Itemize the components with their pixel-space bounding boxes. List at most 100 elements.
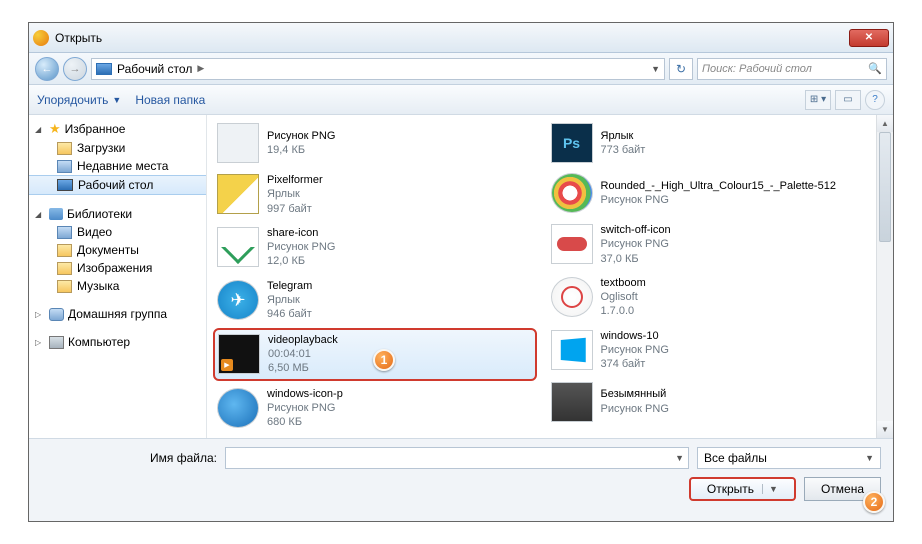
window-title: Открыть xyxy=(55,31,102,45)
folder-icon xyxy=(57,280,72,293)
breadcrumb[interactable]: Рабочий стол ▶ ▼ xyxy=(91,58,665,80)
folder-icon xyxy=(57,244,72,257)
file-name: switch-off-icon xyxy=(601,223,671,237)
sidebar-item-downloads[interactable]: Загрузки xyxy=(29,139,206,157)
file-thumbnail: ✈ xyxy=(217,280,259,320)
file-meta-line: 997 байт xyxy=(267,202,323,216)
close-button[interactable]: ✕ xyxy=(849,29,889,47)
scroll-up-button[interactable]: ▲ xyxy=(877,115,893,132)
sidebar-item-music[interactable]: Музыка xyxy=(29,277,206,295)
chevron-down-icon[interactable]: ▼ xyxy=(675,453,684,463)
file-meta-line: 19,4 КБ xyxy=(267,143,335,157)
sidebar-homegroup-header[interactable]: ▷ Домашняя группа xyxy=(29,305,206,323)
file-thumbnail xyxy=(217,174,259,214)
sidebar-item-documents[interactable]: Документы xyxy=(29,241,206,259)
new-folder-button[interactable]: Новая папка xyxy=(135,93,205,107)
file-meta-line: Рисунок PNG xyxy=(601,237,671,251)
computer-icon xyxy=(49,336,64,349)
view-options-button[interactable]: ⊞ ▾ xyxy=(805,90,831,110)
file-name: Pixelformer xyxy=(267,173,323,187)
file-thumbnail xyxy=(217,123,259,163)
file-item[interactable]: Rounded_-_High_Ultra_Colour15_-_Palette-… xyxy=(547,169,871,217)
sidebar-libraries-header[interactable]: ◢ Библиотеки xyxy=(29,205,206,223)
expand-icon: ▷ xyxy=(35,310,45,319)
file-item[interactable]: БезымянныйРисунок PNG xyxy=(547,378,871,426)
sidebar-computer-header[interactable]: ▷ Компьютер xyxy=(29,333,206,351)
open-button[interactable]: Открыть▼ xyxy=(689,477,796,501)
vertical-scrollbar[interactable]: ▲ ▼ xyxy=(876,115,893,438)
file-thumbnail xyxy=(217,388,259,428)
nav-forward-button[interactable]: → xyxy=(63,57,87,81)
file-list: Рисунок PNG19,4 КБPixelformerЯрлык997 ба… xyxy=(207,115,876,438)
file-item[interactable]: Ps Ярлык773 байт xyxy=(547,119,871,167)
file-thumbnail xyxy=(551,382,593,422)
file-meta-line: Ярлык xyxy=(267,187,323,201)
libraries-icon xyxy=(49,208,63,220)
refresh-button[interactable]: ↻ xyxy=(669,58,693,80)
filename-label: Имя файла: xyxy=(41,451,217,465)
file-thumbnail xyxy=(551,173,593,213)
sidebar: ◢ ★ Избранное Загрузки Недавние места Ра… xyxy=(29,115,207,438)
scrollbar-thumb[interactable] xyxy=(879,132,891,242)
file-item[interactable]: windows-icon-pРисунок PNG680 КБ xyxy=(213,383,537,434)
sidebar-item-desktop[interactable]: Рабочий стол xyxy=(29,175,206,195)
file-name: windows-10 xyxy=(601,329,669,343)
split-button-arrow[interactable]: ▼ xyxy=(762,484,778,494)
file-item[interactable]: windows-10Рисунок PNG374 байт xyxy=(547,325,871,376)
file-item[interactable]: switch-off-iconРисунок PNG37,0 КБ xyxy=(547,219,871,270)
scroll-down-button[interactable]: ▼ xyxy=(877,421,893,438)
file-name: Telegram xyxy=(267,279,312,293)
file-thumbnail xyxy=(551,277,593,317)
file-item[interactable]: share-iconРисунок PNG12,0 КБ xyxy=(213,222,537,273)
file-name: textboom xyxy=(601,276,646,290)
file-meta-line: 773 байт xyxy=(601,143,646,157)
search-icon: 🔍 xyxy=(868,62,882,75)
organize-menu[interactable]: Упорядочить▼ xyxy=(37,93,121,107)
nav-back-button[interactable]: ← xyxy=(35,57,59,81)
file-meta-line: 680 КБ xyxy=(267,415,343,429)
file-name: Ярлык xyxy=(601,129,646,143)
search-input[interactable]: Поиск: Рабочий стол 🔍 xyxy=(697,58,887,80)
file-item[interactable]: PixelformerЯрлык997 байт xyxy=(213,169,537,220)
file-meta-line: Рисунок PNG xyxy=(601,343,669,357)
file-thumbnail: ▶ xyxy=(218,334,260,374)
sidebar-item-pictures[interactable]: Изображения xyxy=(29,259,206,277)
file-meta-line: 37,0 КБ xyxy=(601,252,671,266)
expand-icon: ▷ xyxy=(35,338,45,347)
file-meta-line: 1.7.0.0 xyxy=(601,304,646,318)
collapse-icon: ◢ xyxy=(35,210,45,219)
recent-icon xyxy=(57,160,72,173)
file-name: Рисунок PNG xyxy=(267,129,335,143)
file-item[interactable]: ✈TelegramЯрлык946 байт xyxy=(213,275,537,326)
file-thumbnail: Ps xyxy=(551,123,593,163)
file-meta-line: Рисунок PNG xyxy=(267,401,343,415)
file-thumbnail xyxy=(551,330,593,370)
sidebar-favorites-header[interactable]: ◢ ★ Избранное xyxy=(29,119,206,139)
file-meta-line: Рисунок PNG xyxy=(601,402,669,416)
breadcrumb-location: Рабочий стол xyxy=(117,62,192,76)
file-meta-line: 00:04:01 xyxy=(268,347,338,361)
file-thumbnail xyxy=(551,224,593,264)
desktop-icon xyxy=(57,179,73,191)
filetype-select[interactable]: Все файлы ▼ xyxy=(697,447,881,469)
file-meta-line: 6,50 МБ xyxy=(268,361,338,375)
folder-icon xyxy=(57,226,72,239)
callout-1: 1 xyxy=(373,349,395,371)
file-meta-line: Рисунок PNG xyxy=(267,240,335,254)
file-item[interactable]: textboomOglisoft1.7.0.0 xyxy=(547,272,871,323)
preview-pane-button[interactable]: ▭ xyxy=(835,90,861,110)
search-placeholder: Поиск: Рабочий стол xyxy=(702,63,812,75)
file-meta-line: 946 байт xyxy=(267,307,312,321)
file-thumbnail xyxy=(217,227,259,267)
help-button[interactable]: ? xyxy=(865,90,885,110)
filename-input[interactable]: ▼ xyxy=(225,447,689,469)
chevron-right-icon: ▶ xyxy=(197,63,204,74)
file-meta-line: 374 байт xyxy=(601,357,669,371)
sidebar-item-recent[interactable]: Недавние места xyxy=(29,157,206,175)
sidebar-item-video[interactable]: Видео xyxy=(29,223,206,241)
homegroup-icon xyxy=(49,308,64,321)
star-icon: ★ xyxy=(49,121,61,137)
file-item[interactable]: Рисунок PNG19,4 КБ xyxy=(213,119,537,167)
chrome-icon xyxy=(33,30,49,46)
chevron-down-icon[interactable]: ▼ xyxy=(651,64,660,74)
